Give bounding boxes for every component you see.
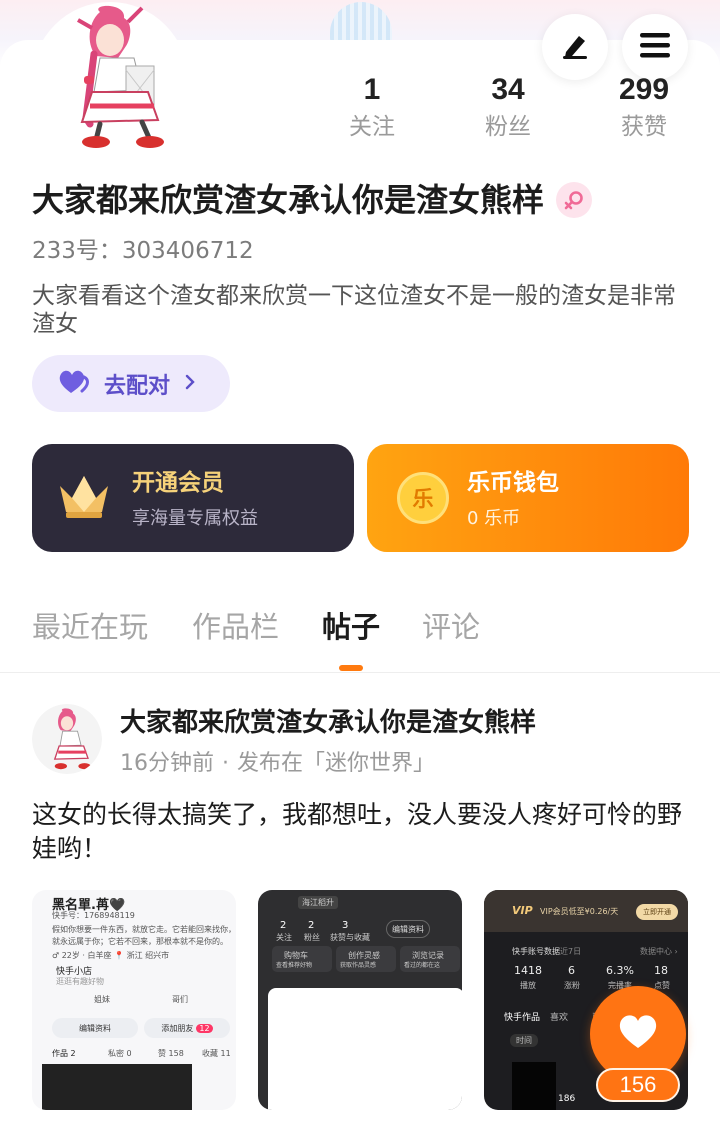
thumb-data-range: 近7日 [560,947,582,956]
thumb-stat-label: 粉丝 [304,933,320,942]
stat-label: 获赞 [621,114,667,140]
tab-recently-played[interactable]: 最近在玩 [32,604,148,650]
thumb-views: 186 [558,1094,576,1104]
stat-value: 1 [363,73,381,106]
post-published-in: 发布在「迷你世界」 [237,751,436,776]
thumb-stat-value: 3 [342,920,349,931]
match-button[interactable]: 去配对 [32,355,230,412]
stat-followers[interactable]: 34 粉丝 [440,70,576,144]
thumb-add-friend-button: 添加朋友 12 [144,1018,230,1038]
profile-stats: 1 关注 34 粉丝 299 获赞 [304,70,720,150]
thumb-friends: 哥们 [172,995,188,1004]
tab-comments[interactable]: 评论 [422,604,480,650]
coin-icon: 乐 [397,472,449,524]
bottom-edge [0,1116,720,1144]
thumb-data-value: 6 [568,964,575,977]
thumb-open-button: 立即开通 [636,904,678,920]
thumb-video-cover [512,1062,556,1110]
thumb-friends: 姐妹 [94,995,110,1004]
thumb-data-value: 6.3% [606,964,634,977]
thumb-data-value: 1418 [514,964,542,977]
meta-separator: · [222,751,229,776]
thumb-bio-line: 假如你想要一件东西，就放它走。它若能回来找你， [52,925,236,934]
vip-subtitle: 享海量专属权益 [132,508,258,529]
thumb-edit-button: 编辑资料 [52,1018,138,1038]
thumb-data-center: 数据中心 › [640,947,678,956]
thumb-add-badge: 12 [196,1023,213,1033]
chevron-right-icon [184,373,196,395]
thumb-works-tab: 作品 2 [52,1049,76,1058]
wallet-title: 乐币钱包 [467,470,559,496]
thumb-works-preview [42,1064,192,1110]
stat-following[interactable]: 1 关注 [304,70,440,144]
thumb-bio-line: 就永远属于你；它若不回来，那根本就不是你的。 [52,937,228,946]
post-body: 这女的长得太搞笑了，我都想吐，没人要没人疼好可怜的野娃哟！ [32,800,683,863]
post-image-2[interactable]: 海江稻升 2 关注 2 粉丝 3 获赞与收藏 编辑资料 购物车 查看推荐好物 创… [258,890,462,1110]
thumb-add-label: 添加朋友 [161,1023,194,1033]
thumb-vip-logo: VIP [512,904,533,917]
hamburger-menu-icon [639,31,671,63]
post-time: 16分钟前 [120,751,214,776]
post-images: 黑名單.苒🖤 快手号：1768948119 假如你想要一件东西，就放它走。它若能… [32,890,688,1110]
thumb-sort-chip: 时间 [510,1034,538,1047]
thumb-edit-label: 编辑资料 [392,924,424,934]
thumb-shop-sub: 逛逛有趣好物 [56,977,104,986]
thumb-fav-tab: 收藏 11 [202,1049,231,1058]
thumb-data-value: 18 [654,964,668,977]
thumb-shortcut-sub: 查看推荐好物 [276,962,313,969]
thumb-id: 快手号：1768948119 [52,911,135,920]
thumb-content-panel [268,988,462,1110]
tab-works[interactable]: 作品栏 [192,604,279,650]
pen-icon [560,30,590,64]
post-author-avatar[interactable] [32,704,102,774]
wallet-subtitle: 0 乐币 [467,508,521,529]
thumb-data-title: 快手账号数据 [512,947,560,956]
wallet-card[interactable]: 乐 乐币钱包 0 乐币 [367,444,689,552]
thumb-edit-button: 编辑资料 [386,920,430,938]
stat-value: 299 [618,73,670,106]
crown-icon [56,472,112,526]
thumb-data-label: 播放 [520,981,536,990]
profile-avatar[interactable] [30,0,190,160]
thumb-private-tab: 私密 0 [108,1049,132,1058]
stat-value: 34 [491,73,525,106]
post-meta: 16分钟前 · 发布在「迷你世界」 [120,746,435,782]
thumb-stat-label: 获赞与收藏 [330,933,370,942]
thumb-liked-tab: 赞 158 [158,1049,184,1058]
divider [0,672,720,673]
thumb-stat-label: 关注 [276,933,292,942]
thumb-edit-label: 编辑资料 [79,1023,111,1033]
thumb-data-label: 涨粉 [564,981,580,990]
thumb-stat-value: 2 [280,920,287,931]
user-id: 233号：303406712 [32,238,254,264]
thumb-shortcut-sub: 看过的都在这 [404,962,441,969]
tab-posts[interactable]: 帖子 [322,604,380,650]
thumb-open-label: 立即开通 [643,908,671,916]
active-tab-indicator [339,665,363,671]
vip-card[interactable]: 开通会员 享海量专属权益 [32,444,354,552]
profile-bio: 大家看看这个渣女都来欣赏一下这位渣女不是一般的渣女是非常渣女 [32,283,676,337]
female-icon [556,182,592,218]
vip-title: 开通会员 [132,470,224,496]
post-title[interactable]: 大家都来欣赏渣女承认你是渣女熊样 [120,704,536,742]
thumb-info: ♂ 22岁 · 白羊座 📍 浙江 绍兴市 [52,951,170,960]
heart-pair-icon [58,369,92,399]
stat-label: 粉丝 [485,114,531,140]
post-image-1[interactable]: 黑名單.苒🖤 快手号：1768948119 假如你想要一件东西，就放它走。它若能… [32,890,236,1110]
thumb-shortcut-sub: 获取作品灵感 [340,962,377,969]
thumb-stat-value: 2 [308,920,315,931]
match-label: 去配对 [104,373,171,399]
stat-likes[interactable]: 299 获赞 [576,70,712,144]
heart-icon [618,1014,658,1054]
thumb-tag: 海江稻升 [298,896,338,909]
thumb-vip-text: VIP会员低至¥0.26/天 [540,907,619,916]
coin-char: 乐 [412,487,434,511]
thumb-tab-active: 快手作品 [504,1013,541,1023]
thumb-tab: 喜欢 [550,1013,569,1023]
profile-name: 大家都来欣赏渣女承认你是渣女熊样 [32,181,545,219]
like-count: 156 [596,1068,680,1102]
stat-label: 关注 [349,114,395,140]
